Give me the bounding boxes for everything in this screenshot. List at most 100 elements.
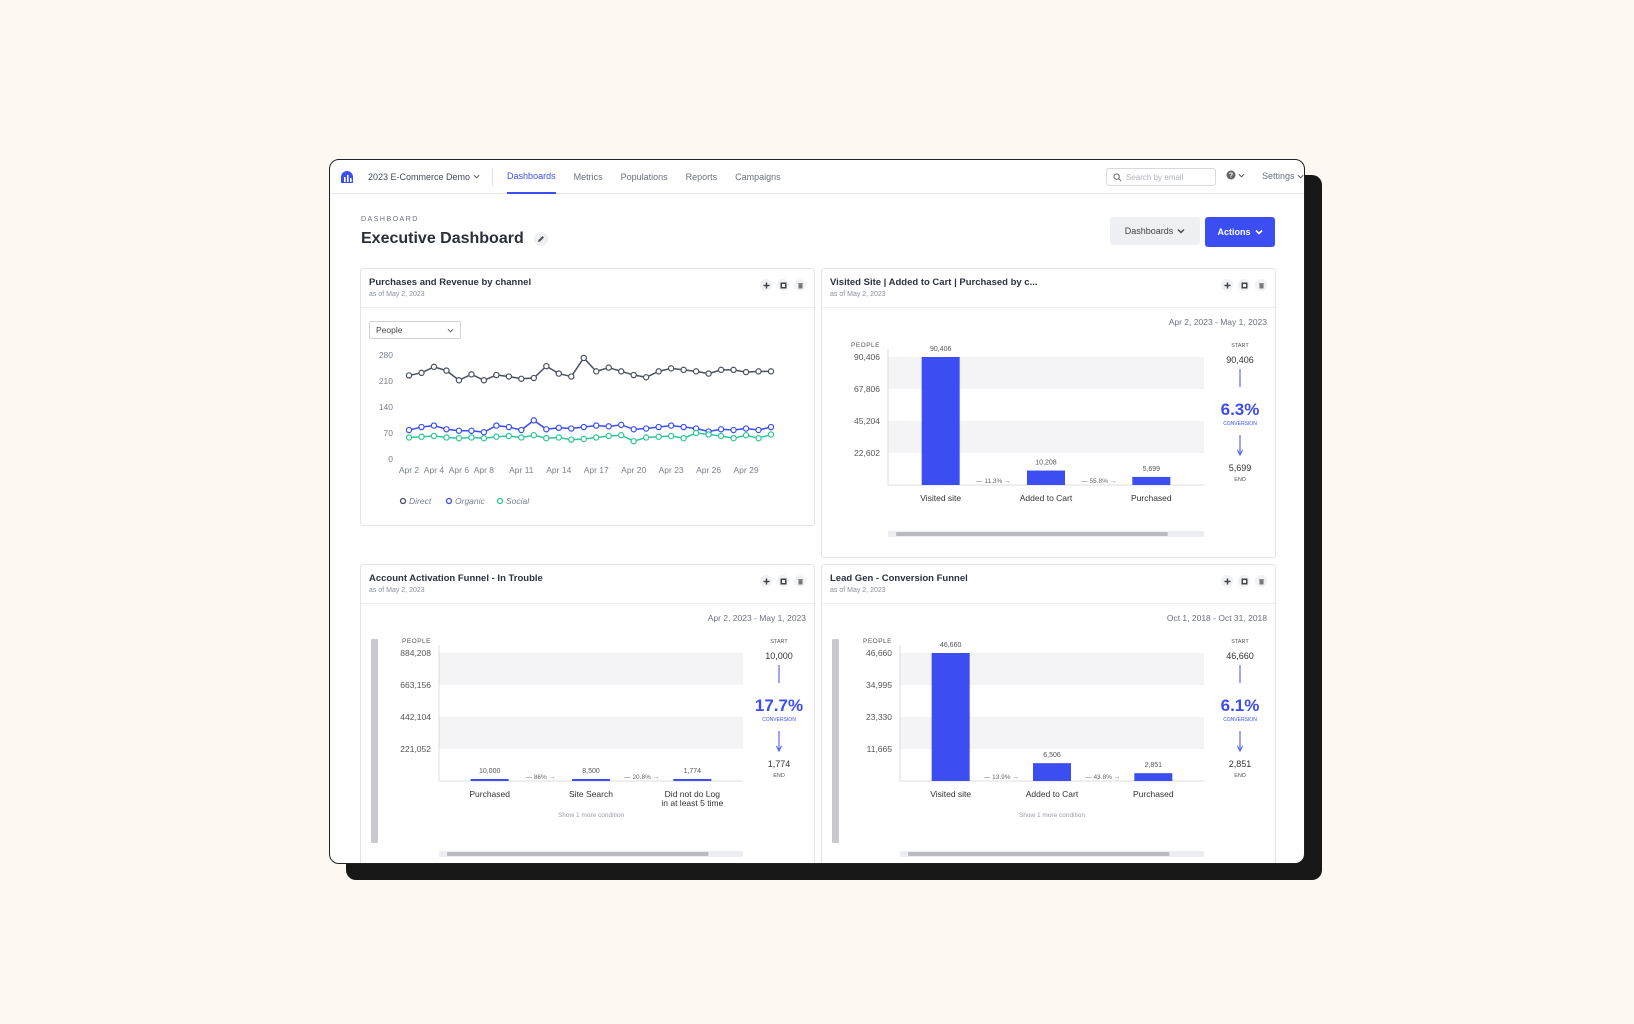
data-point (755, 434, 762, 442)
category-label: Added to Cart (1020, 493, 1073, 503)
data-point (655, 368, 662, 375)
card-visited-funnel: Visited Site | Added to Cart | Purchased… (821, 268, 1276, 558)
copy-button[interactable] (1238, 279, 1250, 291)
plus-icon (763, 578, 769, 584)
data-point (543, 362, 550, 370)
data-point (555, 370, 562, 377)
y-tick-label: 11,665 (867, 744, 893, 754)
data-point (505, 373, 513, 380)
data-point (742, 368, 750, 376)
copy-button[interactable] (1238, 575, 1250, 587)
category-label: Purchased (1133, 789, 1174, 799)
chevron-down-icon (473, 174, 480, 179)
copy-button[interactable] (777, 279, 789, 291)
step-conversion-label: — 20.8% → (624, 774, 659, 781)
data-point (555, 434, 562, 441)
dashboards-button-label: Dashboards (1124, 226, 1174, 236)
workspace-selector[interactable]: 2023 E-Commerce Demo (368, 167, 494, 186)
card-tools (1221, 575, 1267, 587)
end-value: 2,851 (1229, 759, 1252, 769)
x-tick-label: Apr 14 (546, 465, 571, 475)
date-range: Oct 1, 2018 - Oct 31, 2018 (1166, 613, 1267, 623)
svg-text:?: ? (1229, 173, 1233, 180)
plus-icon (1224, 282, 1230, 288)
actions-button[interactable]: Actions (1205, 217, 1275, 247)
nav-populations[interactable]: Populations (621, 160, 668, 194)
y-tick-label: 884,208 (400, 648, 431, 658)
data-point (655, 433, 662, 440)
y-tick-label: 70 (384, 428, 394, 438)
delete-button[interactable] (794, 575, 806, 587)
bar-value-label: 6,506 (1043, 752, 1061, 759)
scrollbar-thumb (447, 852, 709, 856)
x-tick-label: Apr 2 (399, 465, 420, 475)
data-point (755, 426, 762, 434)
y-tick-label: 90,406 (854, 352, 880, 362)
data-point (767, 368, 775, 375)
data-point (418, 423, 425, 431)
add-button[interactable] (1221, 279, 1233, 291)
brand-logo-icon[interactable] (338, 168, 356, 186)
add-button[interactable] (760, 575, 772, 587)
y-tick-label: 210 (379, 376, 393, 386)
conversion-rate: 6.3% (1221, 400, 1260, 419)
add-button[interactable] (1221, 575, 1233, 587)
y-tick-label: 221,052 (400, 744, 431, 754)
data-point (730, 426, 737, 434)
show-more-condition: Show 1 more condition (558, 812, 625, 819)
data-point (468, 427, 475, 434)
y-tick-label: 22,602 (854, 448, 880, 458)
delete-button[interactable] (1255, 575, 1267, 587)
trash-icon (797, 282, 803, 288)
metric-select[interactable]: People (369, 321, 461, 339)
step-conversion-label: — 55.8% → (1081, 478, 1116, 485)
data-point (405, 434, 413, 441)
data-point (767, 431, 775, 438)
delete-button[interactable] (794, 279, 806, 291)
y-tick-label: 67,806 (854, 384, 880, 394)
data-point (742, 425, 750, 432)
card-subtitle: as of May 2, 2023 (830, 291, 886, 298)
start-label: START (770, 639, 788, 645)
funnel-bar (921, 357, 960, 485)
nav-metrics[interactable]: Metrics (574, 160, 603, 194)
edit-title-button[interactable] (533, 232, 548, 246)
card-title: Account Activation Funnel - In Trouble (369, 573, 543, 584)
search-input[interactable] (1126, 172, 1206, 182)
bar-value-label: 10,208 (1035, 460, 1057, 467)
card-tools (760, 279, 806, 291)
funnel-bar (1132, 476, 1171, 485)
data-point (568, 373, 575, 380)
delete-button[interactable] (1255, 279, 1267, 291)
legend-marker (445, 497, 453, 505)
dashboards-button[interactable]: Dashboards (1110, 217, 1200, 245)
card-leadgen-funnel: Lead Gen - Conversion Funnel as of May 2… (821, 564, 1276, 863)
data-point (667, 365, 675, 372)
card-tools (1221, 279, 1267, 291)
y-tick-label: 140 (379, 402, 393, 412)
nav-campaigns[interactable]: Campaigns (735, 160, 781, 194)
data-point (580, 423, 587, 431)
settings-menu[interactable]: Settings (1262, 171, 1304, 181)
y-tick-label: 442,104 (400, 712, 431, 722)
data-point (655, 423, 662, 431)
legend-label: Direct (409, 496, 432, 506)
funnel-bar (572, 779, 610, 781)
category-label: Visited site (920, 493, 961, 503)
legend-label: Organic (455, 496, 486, 506)
data-point (717, 426, 725, 433)
copy-icon (1241, 578, 1247, 584)
end-label: END (1234, 477, 1246, 483)
data-point (680, 423, 687, 431)
data-point (717, 432, 725, 440)
nav-dashboards[interactable]: Dashboards (507, 160, 556, 194)
copy-button[interactable] (777, 575, 789, 587)
add-button[interactable] (760, 279, 772, 291)
help-menu[interactable]: ? (1226, 170, 1245, 180)
series-line-organic (408, 419, 772, 434)
nav-reports[interactable]: Reports (686, 160, 718, 194)
bar-value-label: 8,500 (582, 768, 600, 775)
data-point (443, 367, 450, 374)
trash-icon (797, 578, 803, 584)
data-point (593, 368, 600, 375)
